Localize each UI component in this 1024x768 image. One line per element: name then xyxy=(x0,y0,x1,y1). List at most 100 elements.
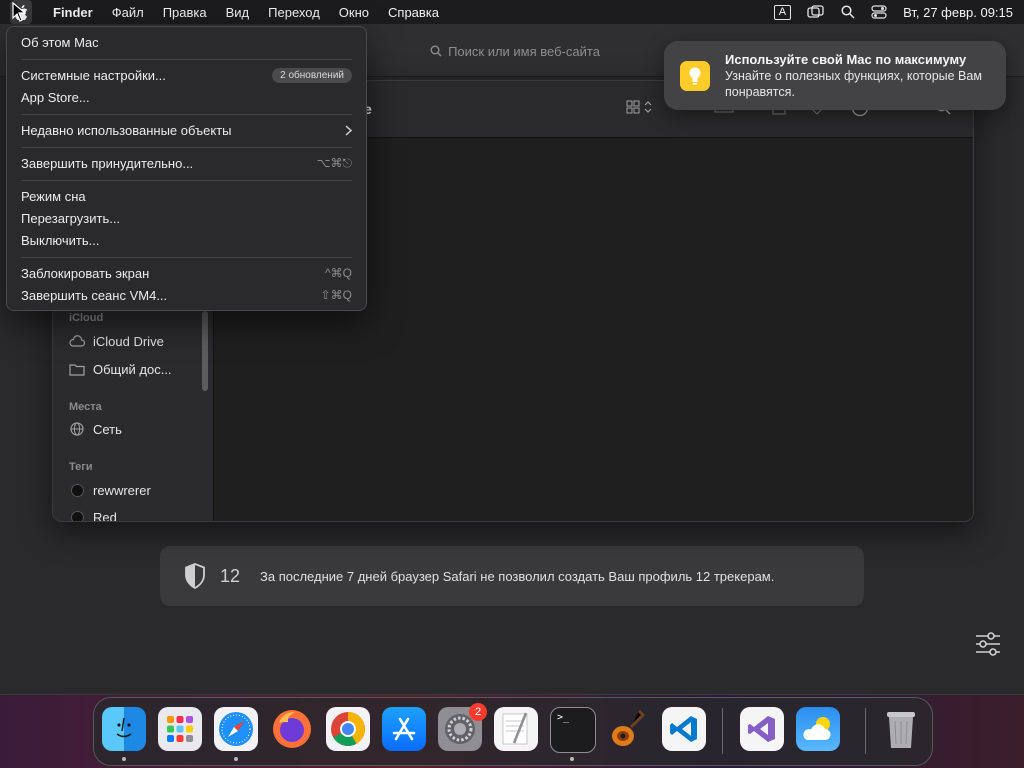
status-area: A Вт, 27 февр. 09:15 xyxy=(773,0,1024,24)
sidebar-header-icloud: iCloud xyxy=(69,312,104,324)
sidebar-item-network[interactable]: Сеть xyxy=(69,421,122,437)
menu-edit[interactable]: Правка xyxy=(163,5,207,20)
cloud-icon xyxy=(69,333,85,349)
shared-folder-icon xyxy=(69,361,85,377)
dock-textedit[interactable] xyxy=(494,707,538,751)
notification-title: Используйте свой Mac по максимуму xyxy=(725,52,967,67)
menu-item-app-store[interactable]: App Store... xyxy=(21,87,352,107)
sidebar-scrollbar[interactable] xyxy=(202,311,208,391)
vscode-icon xyxy=(670,716,697,742)
tag-dot-icon xyxy=(70,510,84,521)
menu-item-force-quit[interactable]: Завершить принудительно... ⌥⌘⎋ xyxy=(21,153,352,173)
sidebar-header-tags: Теги xyxy=(69,461,93,473)
sidebar-item-shared[interactable]: Общий дос... xyxy=(69,361,172,377)
dock-terminal[interactable]: >_ xyxy=(550,707,596,753)
dock-launchpad[interactable] xyxy=(158,707,202,751)
address-placeholder: Поиск или имя веб-сайта xyxy=(448,43,600,59)
menu-item-label: Об этом Mac xyxy=(21,34,99,50)
spotlight-icon[interactable] xyxy=(841,5,855,19)
firefox-icon xyxy=(273,710,311,748)
sidebar-item-icloud-drive[interactable]: iCloud Drive xyxy=(69,333,164,349)
guitar-icon xyxy=(612,709,646,746)
tracker-count: 12 xyxy=(220,565,241,586)
tag-dot-icon xyxy=(70,483,84,497)
menu-separator xyxy=(21,147,352,148)
menu-separator xyxy=(21,180,352,181)
sidebar-item-tag-red[interactable]: Red xyxy=(69,509,117,522)
menu-item-label: Системные настройки... xyxy=(21,67,166,83)
menu-separator xyxy=(21,257,352,258)
trash-icon xyxy=(887,712,915,748)
textedit-icon xyxy=(502,712,528,745)
shortcut-label: ^⌘Q xyxy=(325,266,352,280)
sidebar-item-tag-rewwrerer[interactable]: rewwrerer xyxy=(69,482,151,498)
dock-finder[interactable] xyxy=(102,707,146,751)
menu-view[interactable]: Вид xyxy=(226,5,250,20)
dock-vscode[interactable] xyxy=(662,707,706,751)
running-indicator xyxy=(234,757,238,761)
menu-help[interactable]: Справка xyxy=(388,5,439,20)
menu-go[interactable]: Переход xyxy=(268,5,320,20)
menu-item-restart[interactable]: Перезагрузить... xyxy=(21,208,352,228)
dock-safari[interactable] xyxy=(214,707,258,751)
lightbulb-icon xyxy=(680,61,710,91)
menu-item-label: Недавно использованные объекты xyxy=(21,122,232,138)
sidebar-label: iCloud Drive xyxy=(93,333,164,349)
input-source-indicator[interactable]: A xyxy=(773,4,792,20)
menu-item-recent-items[interactable]: Недавно использованные объекты xyxy=(21,120,352,140)
menu-item-shutdown[interactable]: Выключить... xyxy=(21,230,352,250)
sidebar-label: Red xyxy=(93,509,117,522)
terminal-prompt: >_ xyxy=(557,712,570,723)
menu-clock[interactable]: Вт, 27 февр. 09:15 xyxy=(903,5,1013,20)
privacy-report[interactable]: 12 За последние 7 дней браузер Safari не… xyxy=(160,546,864,606)
shield-icon xyxy=(185,563,205,589)
shortcut-label: ⌥⌘⎋ xyxy=(316,155,352,170)
app-store-icon xyxy=(392,717,416,741)
mouse-cursor-icon xyxy=(12,2,26,22)
safari-icon xyxy=(219,712,253,746)
dock-chrome[interactable] xyxy=(326,707,370,751)
windows-icon[interactable] xyxy=(807,5,825,19)
sidebar-label: rewwrerer xyxy=(93,482,151,498)
view-grid-icon[interactable] xyxy=(626,99,656,118)
dock-separator xyxy=(865,708,866,754)
menu-file[interactable]: Файл xyxy=(112,5,144,20)
dock-visual-studio[interactable] xyxy=(740,707,784,751)
sidebar-label: Общий дос... xyxy=(93,361,172,377)
weather-icon xyxy=(803,717,831,740)
menu-item-label: Завершить принудительно... xyxy=(21,155,194,171)
menu-item-label: Заблокировать экран xyxy=(21,265,150,281)
control-center-icon[interactable] xyxy=(871,5,887,19)
menu-item-sleep[interactable]: Режим сна xyxy=(21,186,352,206)
menu-item-label: Выключить... xyxy=(21,232,100,248)
dock-trash[interactable] xyxy=(879,707,923,751)
dock-firefox[interactable] xyxy=(270,707,314,751)
menu-item-label: App Store... xyxy=(21,89,90,105)
address-bar[interactable]: Поиск или имя веб-сайта xyxy=(370,38,660,64)
menu-item-settings[interactable]: Системные настройки... 2 обновлений xyxy=(21,65,352,85)
menu-item-label: Завершить сеанс VM4... xyxy=(21,287,168,303)
chevron-right-icon xyxy=(345,124,352,136)
notification-body: Узнайте о полезных функциях, которые Вам… xyxy=(725,69,982,99)
dock-separator xyxy=(722,708,723,754)
menu-item-lock-screen[interactable]: Заблокировать экран ^⌘Q xyxy=(21,263,352,283)
chrome-icon xyxy=(331,712,365,746)
shortcut-label: ⇧⌘Q xyxy=(320,288,352,302)
launchpad-icon xyxy=(167,716,193,742)
menu-separator xyxy=(21,114,352,115)
dock: 2 >_ xyxy=(93,697,933,766)
menu-window[interactable]: Окно xyxy=(339,5,369,20)
dock-weather[interactable] xyxy=(796,707,840,751)
menu-app-name[interactable]: Finder xyxy=(53,5,93,20)
menu-item-logout[interactable]: Завершить сеанс VM4... ⇧⌘Q xyxy=(21,285,352,305)
updates-badge: 2 обновлений xyxy=(272,67,352,83)
menu-item-about[interactable]: Об этом Mac xyxy=(21,32,352,52)
running-indicator xyxy=(122,757,126,761)
input-source-label: A xyxy=(773,4,792,20)
sliders-icon[interactable] xyxy=(974,630,1002,658)
dock-app-store[interactable] xyxy=(382,707,426,751)
dock-garageband[interactable] xyxy=(606,707,650,751)
tips-notification[interactable]: Используйте свой Mac по максимуму Узнайт… xyxy=(664,41,1006,110)
menu-separator xyxy=(21,59,352,60)
tracker-message: За последние 7 дней браузер Safari не по… xyxy=(260,568,775,584)
